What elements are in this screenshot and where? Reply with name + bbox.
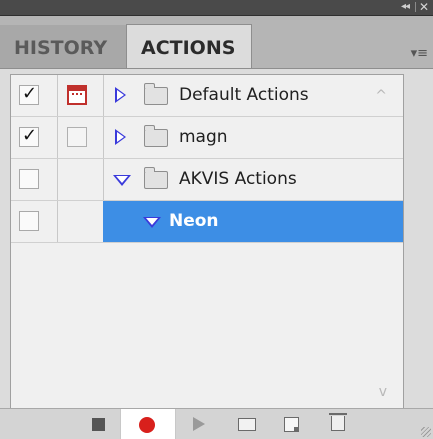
action-label: Neon [169, 211, 219, 231]
delete-button[interactable] [318, 409, 358, 439]
collapse-triangle-icon[interactable] [143, 217, 161, 228]
scroll-down-icon[interactable]: v [379, 384, 387, 400]
panel-menu-icon[interactable]: ▾≡ [411, 46, 428, 61]
expand-triangle-icon[interactable] [115, 87, 126, 103]
tab-actions[interactable]: ACTIONS [126, 24, 252, 68]
action-set-label: AKVIS Actions [179, 169, 297, 189]
toggle-dialog-cell [57, 159, 104, 200]
scroll-up-icon[interactable]: ^ [375, 88, 387, 104]
checkmark-icon: ✓ [22, 125, 38, 146]
actions-toolbar [0, 408, 433, 439]
action-set-label: Default Actions [179, 85, 309, 105]
stop-icon [92, 418, 105, 431]
action-row-default-actions[interactable]: ✓ Default Actions ^ [11, 75, 403, 117]
titlebar-divider [415, 2, 416, 12]
action-row-neon[interactable]: Neon [11, 201, 403, 243]
tab-history[interactable]: HISTORY [0, 25, 126, 68]
action-row-magn[interactable]: ✓ magn [11, 117, 403, 159]
toggle-item-checkbox[interactable]: ✓ [19, 125, 39, 147]
toggle-item-checkbox[interactable]: ✓ [19, 83, 39, 105]
play-button[interactable] [180, 409, 220, 439]
toggle-dialog-cell [57, 117, 104, 158]
resize-grip-icon[interactable] [421, 427, 431, 437]
record-button[interactable] [120, 409, 176, 439]
toggle-item-checkbox[interactable] [19, 169, 39, 189]
new-action-button[interactable] [272, 409, 312, 439]
folder-icon [144, 167, 168, 189]
delete-icon [329, 413, 347, 431]
checkmark-icon: ✓ [22, 83, 38, 104]
record-icon [139, 417, 155, 433]
actions-panel: ◂◂ ✕ HISTORY ACTIONS ▾≡ ✓ Default Action… [0, 0, 433, 439]
actions-list: ✓ Default Actions ^ ✓ magn AKVIS Actions… [10, 74, 404, 409]
expand-triangle-icon[interactable] [115, 129, 126, 145]
collapse-triangle-icon[interactable] [113, 175, 131, 186]
toggle-dialog-cell [57, 201, 104, 242]
new-set-button[interactable] [226, 409, 266, 439]
folder-icon [144, 125, 168, 147]
collapse-icon[interactable]: ◂◂ [401, 1, 410, 13]
dialog-dots [72, 93, 82, 97]
tab-bar: HISTORY ACTIONS ▾≡ [0, 16, 433, 69]
toggle-item-cell: ✓ [11, 117, 58, 158]
new-action-icon [284, 417, 299, 432]
dialog-toggle-icon[interactable] [67, 127, 87, 147]
action-set-label: magn [179, 127, 228, 147]
dialog-toggle-icon[interactable] [67, 85, 87, 105]
folder-icon [144, 83, 168, 105]
stop-button[interactable] [80, 409, 120, 439]
toggle-dialog-cell [57, 75, 104, 116]
toggle-item-checkbox[interactable] [19, 211, 39, 231]
action-row-akvis-actions[interactable]: AKVIS Actions [11, 159, 403, 201]
panel-titlebar: ◂◂ ✕ [0, 0, 433, 16]
toggle-item-cell [11, 159, 58, 200]
close-icon[interactable]: ✕ [419, 0, 429, 14]
toggle-item-cell [11, 201, 58, 242]
new-set-icon [238, 418, 256, 431]
toggle-item-cell: ✓ [11, 75, 58, 116]
play-icon [193, 417, 205, 431]
dialog-titlebar [69, 87, 85, 91]
